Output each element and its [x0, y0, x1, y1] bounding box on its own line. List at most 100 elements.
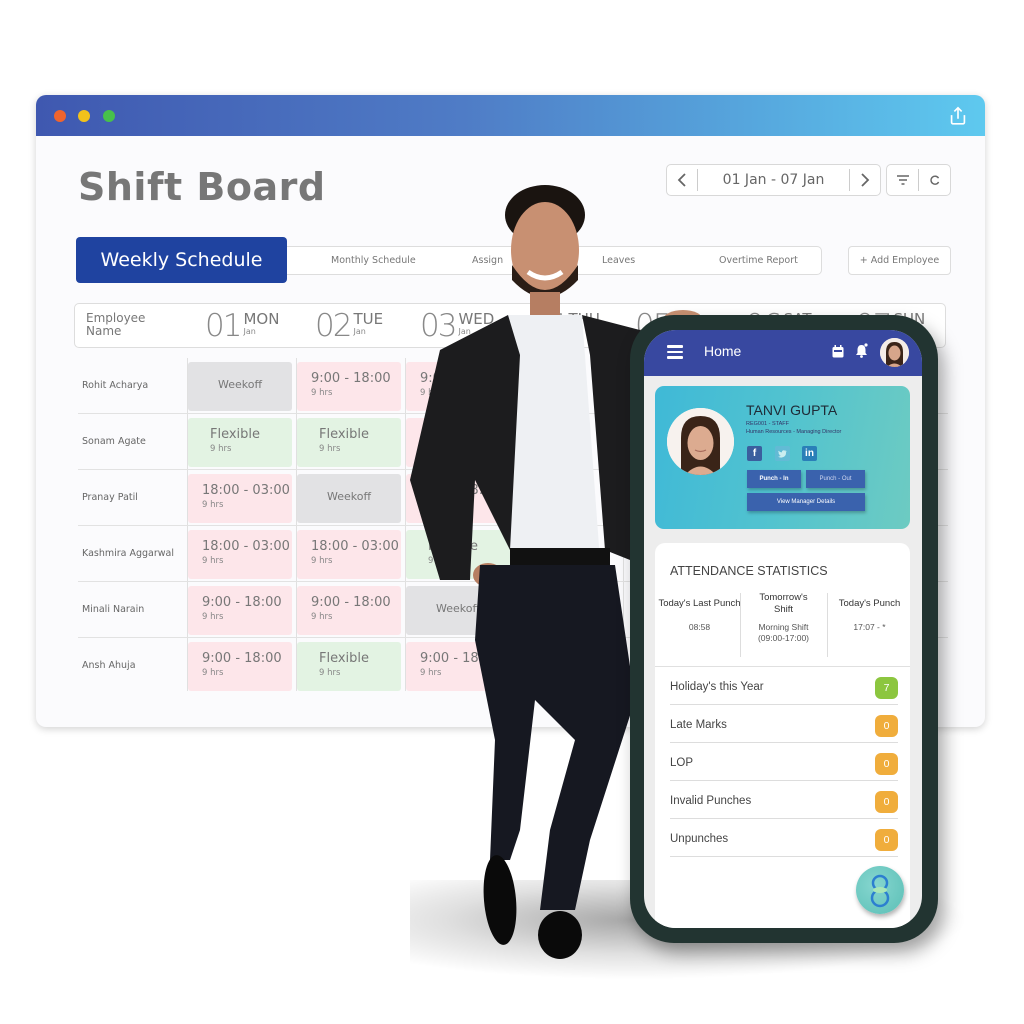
facebook-icon[interactable]: f — [747, 446, 762, 461]
employee-role: Human Resources - Managing Director — [746, 429, 842, 435]
stat-label: Tomorrow's Shift — [759, 592, 808, 615]
day-month: Jan — [353, 327, 366, 336]
shift-cell[interactable]: 18:00 - 03:00 9 hrs — [188, 530, 292, 579]
employee-name-cell: Kashmira Aggarwal — [82, 548, 175, 559]
employee-name-header: Employee Name — [86, 311, 146, 338]
stat-item-label: Invalid Punches — [670, 795, 752, 807]
minimize-window-button[interactable] — [78, 110, 90, 122]
shift-cell[interactable]: Weekoff — [297, 474, 401, 523]
shift-cell[interactable]: Flexible 9 hrs — [297, 642, 401, 691]
linkedin-icon[interactable]: in — [802, 446, 817, 461]
close-window-button[interactable] — [54, 110, 66, 122]
day-label: MON Jan — [243, 311, 279, 336]
shift-cell[interactable]: 18:00 - 03:00 9 hrs — [297, 530, 401, 579]
day-of-week: THU — [568, 310, 600, 328]
tab-overtime-report[interactable]: Overtime Report — [719, 255, 798, 266]
shift-time: 18:00 - 03:00 — [202, 483, 290, 498]
shift-cell[interactable]: 18:00 - 03:00 9 hrs — [188, 474, 292, 523]
shift-time: 9:00 - 18:00 — [420, 371, 500, 386]
calendar-icon[interactable] — [832, 345, 844, 358]
employee-name-cell: Rohit Acharya — [82, 380, 149, 391]
filter-button[interactable] — [887, 165, 918, 195]
chevron-right-icon — [861, 173, 870, 187]
tab-assign[interactable]: Assign — [472, 255, 503, 266]
shift-cell[interactable]: 9:00 - 18:00 9 hrs — [297, 362, 401, 411]
tab-weekly-schedule[interactable]: Weekly Schedule — [76, 237, 287, 283]
day-label: WED Jan — [458, 311, 494, 336]
shift-hours: 9 hrs — [428, 556, 450, 566]
refresh-button[interactable] — [919, 165, 950, 195]
stat-item-label: Unpunches — [670, 833, 729, 845]
shift-cell[interactable]: 9:00 - 18:00 9 hrs — [406, 362, 510, 411]
count-badge: 0 — [875, 753, 898, 775]
shift-time: Weekoff — [217, 378, 263, 391]
shift-cell[interactable]: Weekoff — [406, 586, 510, 635]
app-logo-icon — [870, 874, 890, 908]
stat-list-item[interactable]: LOP 0 — [670, 743, 898, 781]
notification-bell-icon[interactable] — [855, 343, 868, 358]
stat-list-item[interactable]: Late Marks 0 — [670, 705, 898, 743]
shift-time: 9:00 - 18:00 — [202, 651, 282, 666]
shift-cell[interactable]: 9:00 - 18:00 9 hrs — [406, 474, 510, 523]
stats-title: ATTENDANCE STATISTICS — [670, 564, 828, 578]
shift-cell[interactable]: Flexible 9 hrs — [188, 418, 292, 467]
stat-list-item[interactable]: Unpunches 0 — [670, 819, 898, 857]
shift-cell[interactable]: 9:00 - 18:00 9 hrs — [188, 586, 292, 635]
shift-hours: 9 hrs — [420, 500, 442, 510]
previous-week-button[interactable] — [667, 165, 697, 195]
user-avatar[interactable] — [880, 338, 909, 367]
shift-cell[interactable] — [406, 418, 510, 467]
day-number: 04 — [530, 308, 567, 344]
maximize-window-button[interactable] — [103, 110, 115, 122]
share-icon[interactable] — [947, 105, 969, 127]
toolbar-group — [886, 164, 951, 196]
shift-cell[interactable]: 9:00 - 18:00 9 hrs — [188, 642, 292, 691]
punch-out-button[interactable]: Punch - Out — [806, 470, 865, 488]
tab-monthly-schedule[interactable]: Monthly Schedule — [331, 255, 416, 266]
date-range-label: 01 Jan - 07 Jan — [722, 172, 825, 188]
stat-list-item[interactable]: Holiday's this Year 7 — [670, 667, 898, 705]
shift-cell[interactable]: 9:00 - 18:00 9 hrs — [406, 642, 510, 691]
day-of-week: MON — [243, 310, 280, 328]
tab-leaves[interactable]: Leaves — [602, 255, 635, 266]
employee-name-cell: Ansh Ahuja — [82, 660, 136, 671]
next-week-button[interactable] — [850, 165, 880, 195]
phone-screen: Home TANVI GUPTA REG001 - STAFF Human Re… — [644, 330, 922, 928]
stats-list: Holiday's this Year 7 Late Marks 0 LOP 0 Inval… — [670, 667, 898, 857]
page-title: Shift Board — [78, 165, 326, 209]
mobile-phone: Home TANVI GUPTA REG001 - STAFF Human Re… — [630, 315, 938, 943]
shift-cell[interactable]: Flexible 9 hrs — [406, 530, 510, 579]
shift-cell[interactable]: 9:00 - 18:00 9 hrs — [297, 586, 401, 635]
day-of-week: TUE — [353, 310, 384, 328]
stat-item-label: LOP — [670, 757, 694, 769]
shift-hours: 9 hrs — [311, 612, 333, 622]
day-month: Jan — [568, 327, 581, 336]
day-header: 03 WED Jan — [420, 306, 494, 346]
day-of-week: WED — [458, 310, 495, 328]
shift-hours: 9 hrs — [311, 556, 333, 566]
day-month: Jan — [243, 327, 256, 336]
shift-time: 18:00 - 03:00 — [311, 539, 399, 554]
shift-time: Flexible — [319, 651, 370, 666]
twitter-icon[interactable] — [775, 446, 790, 461]
floating-action-button[interactable] — [856, 866, 904, 914]
view-manager-details-button[interactable]: View Manager Details — [747, 493, 865, 511]
add-employee-button[interactable]: + Add Employee — [848, 246, 951, 275]
day-number: 02 — [315, 308, 352, 344]
hamburger-menu-icon[interactable] — [667, 345, 683, 359]
shift-time: Weekoff — [435, 602, 481, 615]
shift-cell[interactable]: Flexible 9 hrs — [297, 418, 401, 467]
shift-time: Flexible — [210, 427, 261, 442]
window-titlebar — [36, 95, 985, 136]
day-month: Jan — [458, 327, 471, 336]
shift-cell[interactable]: Weekoff — [188, 362, 292, 411]
shift-hours: 9 hrs — [210, 444, 232, 454]
day-label: THU Jan — [568, 311, 599, 336]
punch-in-button[interactable]: Punch - In — [747, 470, 801, 488]
stat-value: 17:07 - * — [853, 622, 886, 632]
chevron-left-icon — [677, 173, 686, 187]
stat-tomorrows-shift: Tomorrow's Shift Morning Shift (09:00-17… — [741, 591, 826, 644]
stat-list-item[interactable]: Invalid Punches 0 — [670, 781, 898, 819]
user-photo-icon — [880, 338, 909, 367]
stat-todays-last-punch: Today's Last Punch 08:58 — [657, 591, 742, 633]
